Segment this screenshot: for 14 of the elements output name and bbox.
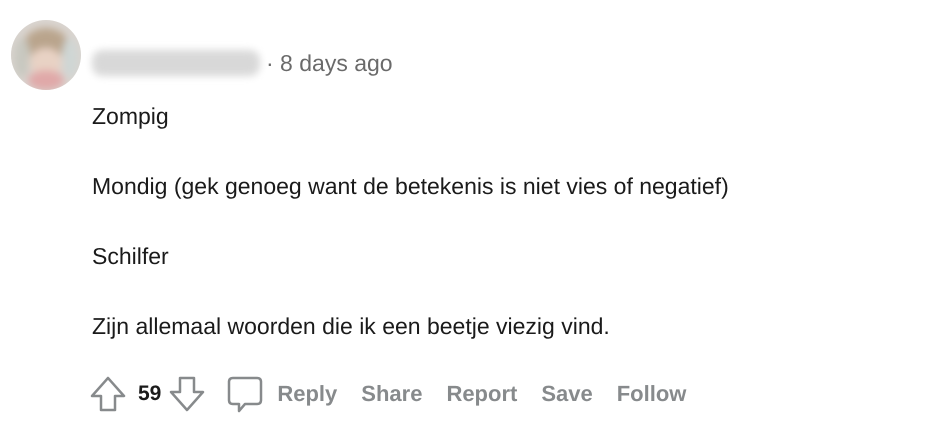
comment-icon[interactable] [225,374,266,414]
timestamp: · 8 days ago [266,50,393,76]
action-button[interactable]: Reply [265,381,350,407]
downvote-icon[interactable] [167,374,208,414]
action-button[interactable]: Follow [604,381,698,407]
upvote-icon[interactable] [88,374,128,414]
comment-paragraph: Schilfer [92,242,170,271]
comment-paragraph: Zompig [92,102,170,131]
action-button[interactable]: Report [434,381,530,407]
vote-score: 59 [138,382,162,406]
comment-paragraph: Zijn allemaal woorden die ik een beetje viezig vind. [92,312,611,341]
action-button[interactable]: Save [529,381,605,407]
action-button[interactable]: Share [349,381,434,407]
comment-paragraph: Mondig (gek genoeg want de betekenis is niet vies of negatief) [92,172,730,201]
